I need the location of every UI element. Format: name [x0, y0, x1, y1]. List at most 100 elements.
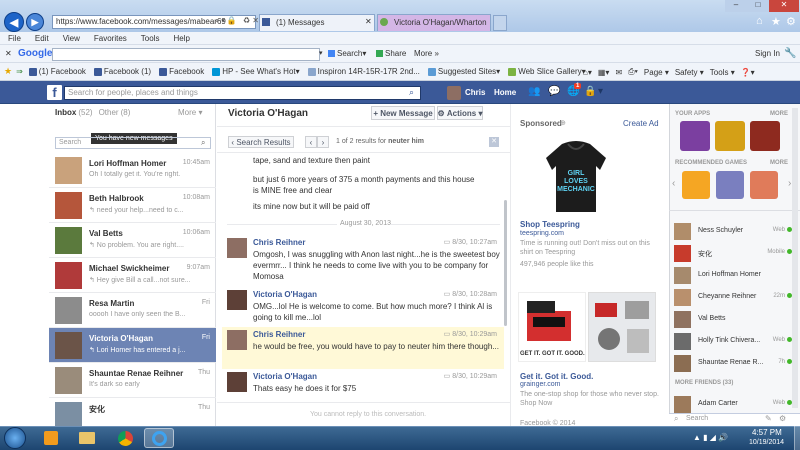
chevron-down-icon[interactable]: ▾ [319, 49, 323, 57]
friend-requests-icon[interactable]: 👥 [528, 86, 540, 97]
messages-icon[interactable]: 💬 [548, 86, 560, 97]
fav-item-facebook-3[interactable]: Facebook [159, 67, 204, 76]
facebook-search-input[interactable]: Search for people, places and things [64, 86, 421, 100]
close-window-button[interactable]: ✕ [769, 0, 799, 12]
file-explorer-icon[interactable] [72, 428, 102, 448]
inbox-search-input[interactable]: Search [55, 137, 211, 149]
menu-file[interactable]: File [8, 32, 21, 45]
menu-edit[interactable]: Edit [35, 32, 49, 45]
tab-victoria[interactable]: Victoria O'Hagan/Wharton [377, 14, 491, 31]
google-search-input[interactable] [52, 48, 320, 61]
ad-title[interactable]: Get it. Got it. Good. [520, 372, 593, 381]
chevron-left-icon[interactable]: ‹ [672, 178, 675, 189]
address-icons[interactable]: ⌕▾🔒 ♻✕ [215, 16, 261, 26]
chevron-right-icon[interactable]: › [788, 178, 791, 189]
help-icon[interactable]: ❓▾ [741, 68, 755, 77]
command-safety[interactable]: Safety ▾ [675, 68, 704, 77]
home-command-icon[interactable]: ⌂▾ [583, 68, 592, 77]
wrench-icon[interactable]: 🔧 [784, 48, 796, 59]
previous-result-button[interactable]: ‹ [305, 136, 317, 148]
chat-friend[interactable]: Val Betts [672, 310, 794, 329]
inbox-thread[interactable]: Michael Swickheimer 9:07am ↰ Hey give Bill… [49, 258, 216, 293]
google-search-button[interactable]: Search ▾ [328, 49, 366, 58]
message-sender[interactable]: Chris Reihner [253, 330, 305, 339]
game-icon-1[interactable] [682, 171, 710, 199]
apps-more-link[interactable]: MORE [770, 111, 788, 117]
internet-explorer-icon[interactable] [144, 428, 174, 448]
inbox-thread[interactable]: Beth Halbrook 10:08am ↰ need your help...n… [49, 188, 216, 223]
close-tab-icon[interactable]: ✕ [365, 17, 372, 26]
avatar[interactable] [227, 330, 247, 350]
menu-help[interactable]: Help [173, 32, 189, 45]
command-tools[interactable]: Tools ▾ [710, 68, 735, 77]
inbox-thread[interactable]: Resa Martin Fri ooooh I have only seen the… [49, 293, 216, 328]
favorites-star-icon[interactable]: ★ [771, 15, 781, 28]
ad-domain[interactable]: teespring.com [520, 230, 564, 237]
tools-ad-image[interactable] [588, 292, 656, 362]
mail-icon[interactable]: ✉ [615, 68, 622, 77]
game-icon-3[interactable] [750, 171, 778, 199]
chat-edit-icon[interactable]: ✎ [765, 414, 772, 423]
inbox-thread[interactable]: Val Betts 10:06am ↰ No problem. You are ri… [49, 223, 216, 258]
settings-gear-icon[interactable]: ⚙ [786, 15, 796, 28]
inbox-more-menu[interactable]: More ▾ [178, 108, 202, 117]
message-sender[interactable]: Victoria O'Hagan [253, 372, 317, 381]
new-message-button[interactable]: + New Message [371, 106, 435, 120]
more-button[interactable]: More » [414, 49, 439, 58]
chat-friend[interactable]: Holly Tink Chivera... Web [672, 332, 794, 351]
add-favorite-icon[interactable]: ⇒ [16, 67, 23, 76]
app-icon-slots[interactable] [715, 121, 745, 151]
actions-button[interactable]: ⚙ Actions ▾ [437, 106, 483, 120]
account-menu-icon[interactable]: ▾ [598, 86, 603, 97]
favorites-star-icon[interactable]: ★ [4, 66, 12, 77]
clock-time[interactable]: 4:57 PM [752, 428, 782, 437]
home-icon[interactable]: ⌂ [756, 15, 763, 27]
chat-friend-adam[interactable]: Adam Carter Web [672, 395, 794, 414]
fav-item-suggested[interactable]: Suggested Sites ▾ [427, 67, 500, 76]
ad-title[interactable]: Shop Teespring [520, 220, 580, 229]
chat-settings-icon[interactable]: ⚙ [779, 414, 786, 423]
chat-friend[interactable]: Ness Schuyler Web [672, 222, 794, 241]
back-button[interactable]: ◀ [4, 12, 24, 32]
message-sender[interactable]: Victoria O'Hagan [253, 290, 317, 299]
games-more-link[interactable]: MORE [770, 160, 788, 166]
menu-tools[interactable]: Tools [141, 32, 160, 45]
close-search-icon[interactable]: ✕ [489, 137, 499, 147]
forward-button[interactable]: ▶ [26, 13, 44, 31]
share-button[interactable]: Share [376, 49, 406, 58]
chat-scrollbar[interactable] [792, 108, 798, 408]
close-toolbar-icon[interactable]: ✕ [5, 49, 12, 58]
avatar[interactable] [227, 290, 247, 310]
game-icon-2[interactable] [716, 171, 744, 199]
fav-item-facebook-1[interactable]: (1) Facebook [28, 67, 86, 76]
inbox-thread[interactable]: Shauntae Renae Reihner Thu It's dark so ea… [49, 363, 216, 398]
tab-other[interactable]: Other [99, 108, 119, 117]
sign-in-link[interactable]: Sign In [755, 49, 780, 58]
menu-view[interactable]: View [63, 32, 80, 45]
tab-inbox[interactable]: Inbox [55, 108, 76, 117]
avatar[interactable] [447, 86, 461, 100]
facebook-logo-icon[interactable]: f [47, 85, 62, 100]
fav-item-facebook-2[interactable]: Facebook (1) [93, 67, 151, 76]
chat-friend[interactable]: 安化 Mobile [672, 244, 794, 263]
ad-domain[interactable]: grainger.com [520, 381, 560, 388]
start-button[interactable] [4, 427, 26, 449]
privacy-icon[interactable]: 🔒 [584, 86, 596, 97]
fav-item-hp[interactable]: HP - See What's Hot ▾ [212, 67, 300, 76]
conversation-scrollbar[interactable] [504, 200, 507, 326]
print-icon[interactable]: ⎙▾ [628, 67, 638, 77]
new-tab-button[interactable] [493, 15, 507, 31]
search-icon[interactable]: ⌕ [409, 87, 414, 98]
create-ad-link[interactable]: Create Ad [623, 119, 659, 128]
chrome-icon[interactable] [110, 428, 140, 448]
home-link[interactable]: Home [494, 88, 516, 97]
minimize-button[interactable]: – [725, 0, 747, 12]
fav-item-webslice[interactable]: Web Slice Gallery ▾ [508, 67, 586, 76]
feeds-icon[interactable]: ▦▾ [598, 68, 610, 77]
command-page[interactable]: Page ▾ [644, 68, 669, 77]
inbox-thread[interactable]: Victoria O'Hagan Fri ↰ Lori Homer has ente… [49, 328, 216, 363]
fav-item-inspiron[interactable]: Inspiron 14R-15R-17R 2nd... [307, 67, 420, 76]
search-results-button[interactable]: ‹ Search Results [228, 136, 294, 148]
next-result-button[interactable]: › [317, 136, 329, 148]
message-sender[interactable]: Chris Reihner [253, 238, 305, 247]
